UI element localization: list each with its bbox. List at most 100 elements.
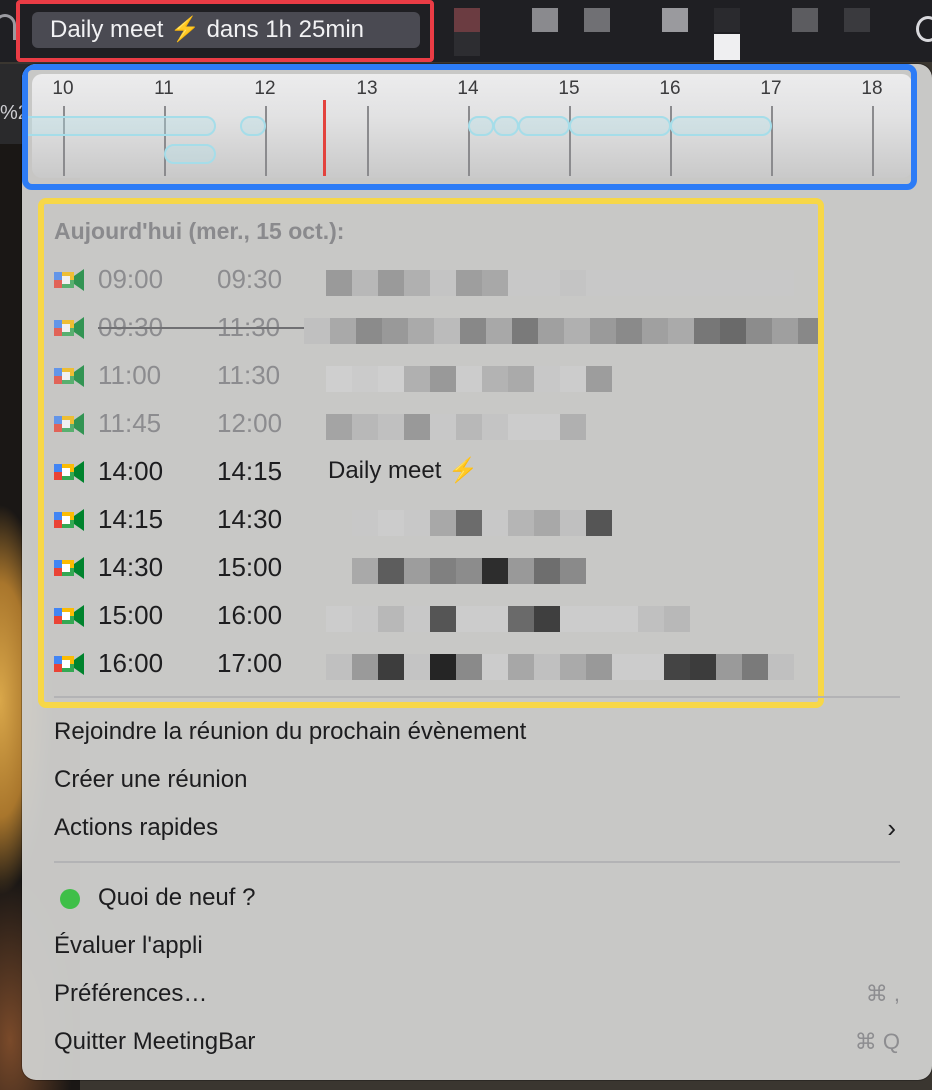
quit-item[interactable]: Quitter MeetingBar ⌘ Q bbox=[54, 1022, 900, 1062]
quick-actions-item[interactable]: Actions rapides › bbox=[54, 808, 900, 848]
event-end-time: 12:00 bbox=[217, 408, 283, 438]
redacted-menubar-icon bbox=[454, 32, 480, 56]
timeline-hour-label: 12 bbox=[254, 78, 276, 99]
rate-app-item[interactable]: Évaluer l'appli bbox=[54, 926, 900, 966]
event-start-time: 11:45 bbox=[98, 408, 162, 438]
menu-separator bbox=[54, 696, 900, 698]
event-end-time: 14:15 bbox=[217, 456, 283, 486]
strikethrough-line bbox=[98, 327, 304, 329]
redacted-event-title bbox=[352, 558, 586, 584]
redacted-menubar-icon[interactable] bbox=[662, 8, 688, 32]
preferences-label: Préférences… bbox=[54, 980, 208, 1007]
redacted-event-title bbox=[326, 606, 690, 632]
redacted-menubar-icon[interactable] bbox=[792, 8, 818, 32]
event-row[interactable]: 09:30 11:30 bbox=[22, 306, 902, 350]
timeline-hour-line bbox=[569, 106, 571, 176]
redacted-menubar-icon[interactable] bbox=[532, 8, 558, 32]
timeline-now-marker bbox=[323, 100, 326, 176]
event-start-time: 11:00 bbox=[98, 360, 162, 390]
event-row[interactable]: 11:00 11:30 bbox=[22, 354, 902, 398]
timeline-hour-label: 13 bbox=[356, 78, 378, 99]
event-row[interactable]: 14:00 14:15 Daily meet ⚡️ bbox=[22, 450, 902, 494]
event-start-time: 14:00 bbox=[98, 456, 164, 486]
create-meeting-label: Créer une réunion bbox=[54, 766, 248, 793]
menu-bar: Daily meet ⚡️ dans 1h 25min bbox=[0, 0, 932, 62]
timeline-event[interactable] bbox=[493, 116, 519, 136]
redacted-event-title bbox=[326, 414, 586, 440]
redacted-menubar-icon[interactable] bbox=[584, 8, 610, 32]
google-meet-icon bbox=[52, 266, 86, 294]
create-meeting-item[interactable]: Créer une réunion bbox=[54, 760, 900, 800]
timeline-hour-line bbox=[670, 106, 672, 176]
timeline-hour-line bbox=[265, 106, 267, 176]
google-meet-icon bbox=[52, 650, 86, 678]
control-center-icon[interactable] bbox=[916, 16, 932, 42]
timeline-hour-line bbox=[367, 106, 369, 176]
event-start-time: 09:00 bbox=[98, 264, 164, 294]
timeline-event[interactable] bbox=[22, 116, 216, 136]
event-end-time: 11:30 bbox=[217, 360, 281, 390]
event-start-time: 14:15 bbox=[98, 504, 164, 534]
event-row[interactable]: 15:00 16:00 bbox=[22, 594, 902, 638]
google-meet-icon bbox=[52, 506, 86, 534]
join-next-meeting-item[interactable]: Rejoindre la réunion du prochain évèneme… bbox=[54, 712, 900, 752]
timeline-hour-label: 11 bbox=[154, 78, 174, 99]
event-row[interactable]: 16:00 17:00 bbox=[22, 642, 902, 686]
google-meet-icon bbox=[52, 362, 86, 390]
event-start-time: 16:00 bbox=[98, 648, 164, 678]
event-end-time: 14:30 bbox=[217, 504, 283, 534]
event-end-time: 09:30 bbox=[217, 264, 283, 294]
redacted-menubar-icon[interactable] bbox=[454, 8, 480, 32]
preferences-item[interactable]: Préférences… ⌘ , bbox=[54, 974, 900, 1014]
event-row[interactable]: 11:45 12:00 bbox=[22, 402, 902, 446]
event-end-time: 17:00 bbox=[217, 648, 283, 678]
google-meet-icon bbox=[52, 554, 86, 582]
event-start-time: 15:00 bbox=[98, 600, 164, 630]
quick-actions-label: Actions rapides bbox=[54, 814, 219, 841]
meetingbar-status-item[interactable]: Daily meet ⚡️ dans 1h 25min bbox=[32, 12, 420, 48]
timeline-event[interactable] bbox=[164, 144, 216, 164]
timeline-hour-line bbox=[872, 106, 874, 176]
chevron-right-icon: › bbox=[887, 813, 896, 843]
redacted-event-title bbox=[304, 318, 824, 344]
today-section-title: Aujourd'hui (mer., 15 oct.): bbox=[54, 218, 345, 244]
redacted-menubar-icon bbox=[714, 8, 740, 32]
timeline-event[interactable] bbox=[670, 116, 772, 136]
google-meet-icon bbox=[52, 314, 86, 342]
event-end-time: 16:00 bbox=[217, 600, 283, 630]
menu-separator bbox=[54, 861, 900, 863]
quit-shortcut: ⌘ Q bbox=[854, 1029, 900, 1054]
event-start-time: 14:30 bbox=[98, 552, 164, 582]
timeline-event[interactable] bbox=[240, 116, 266, 136]
redacted-event-title bbox=[326, 366, 612, 392]
event-row[interactable]: 14:30 15:00 bbox=[22, 546, 902, 590]
quit-label: Quitter MeetingBar bbox=[54, 1028, 256, 1055]
whats-new-item[interactable]: Quoi de neuf ? bbox=[54, 878, 900, 918]
timeline-event[interactable] bbox=[569, 116, 671, 136]
redacted-menubar-icon[interactable] bbox=[714, 34, 740, 60]
event-end-time: 15:00 bbox=[217, 552, 283, 582]
green-status-dot-icon bbox=[60, 889, 80, 909]
timeline-event[interactable] bbox=[468, 116, 494, 136]
google-meet-icon bbox=[52, 602, 86, 630]
event-title: Daily meet ⚡️ bbox=[328, 457, 478, 484]
meetingbar-dropdown-menu: 10 11 12 13 14 15 16 17 18 Aujourd'hui (… bbox=[22, 64, 932, 1080]
redacted-event-title bbox=[326, 654, 794, 680]
redacted-menubar-icon[interactable] bbox=[844, 8, 870, 32]
google-meet-icon bbox=[52, 410, 86, 438]
google-meet-icon bbox=[52, 458, 86, 486]
event-row[interactable]: 14:15 14:30 bbox=[22, 498, 902, 542]
timeline-hour-label: 16 bbox=[659, 78, 681, 99]
menubar-app-icon[interactable] bbox=[0, 14, 16, 40]
timeline-hour-label: 10 bbox=[52, 78, 74, 99]
timeline-hour-label: 18 bbox=[861, 78, 883, 99]
event-row[interactable]: 09:00 09:30 bbox=[22, 258, 902, 302]
day-timeline: 10 11 12 13 14 15 16 17 18 bbox=[22, 74, 912, 178]
timeline-hour-line bbox=[468, 106, 470, 176]
timeline-event[interactable] bbox=[518, 116, 570, 136]
preferences-shortcut: ⌘ , bbox=[865, 981, 900, 1006]
redacted-event-title bbox=[326, 270, 794, 296]
whats-new-label: Quoi de neuf ? bbox=[98, 884, 256, 911]
timeline-hour-label: 17 bbox=[760, 78, 782, 99]
timeline-hour-line bbox=[771, 106, 773, 176]
